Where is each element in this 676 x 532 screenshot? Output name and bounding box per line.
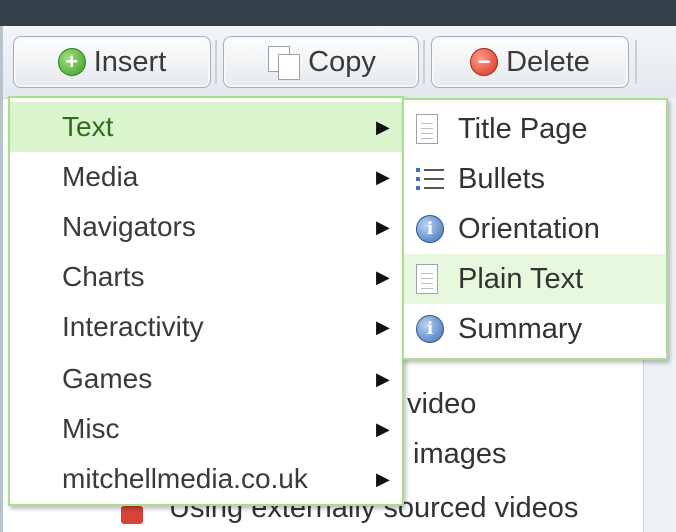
submenu-arrow-icon: ▶ [376,166,390,187]
menu-item-games[interactable]: Games ▶ [10,354,402,404]
insert-dropdown-menu: Text ▶ Media ▶ Navigators ▶ Charts ▶ Int… [8,96,404,506]
text-submenu: Title Page Bullets i Orientation Plain T… [402,98,668,360]
menu-item-mitchellmedia[interactable]: mitchellmedia.co.uk ▶ [10,454,402,504]
info-icon: i [416,315,444,343]
insert-button-label: Insert [93,45,167,78]
info-icon: i [416,215,444,243]
toolbar: + Insert Copy − Delete [3,26,676,99]
video-icon [121,506,143,524]
menu-item-navigators[interactable]: Navigators ▶ [10,202,402,252]
delete-button[interactable]: − Delete [431,36,629,88]
submenu-item-label: Orientation [458,212,600,245]
copy-button[interactable]: Copy [223,36,419,88]
copy-icon [266,46,301,80]
menu-item-misc[interactable]: Misc ▶ [10,404,402,454]
toolbar-separator [215,40,217,84]
submenu-item-orientation[interactable]: i Orientation [404,204,666,254]
menu-item-media[interactable]: Media ▶ [10,152,402,202]
menu-item-label: Misc [62,413,120,444]
submenu-item-bullets[interactable]: Bullets [404,154,666,204]
toolbar-separator [423,40,425,84]
submenu-item-plain-text[interactable]: Plain Text [404,254,666,304]
submenu-arrow-icon: ▶ [376,216,390,237]
menu-item-label: Charts [62,261,145,292]
toolbar-separator [635,40,637,84]
copy-button-label: Copy [308,45,376,78]
document-icon [416,114,438,144]
menu-item-label: Navigators [62,211,196,242]
submenu-arrow-icon: ▶ [376,368,390,389]
delete-button-label: Delete [506,45,590,78]
submenu-item-summary[interactable]: i Summary [404,304,666,354]
submenu-arrow-icon: ▶ [376,316,390,337]
submenu-arrow-icon: ▶ [376,418,390,439]
minus-icon: − [470,48,499,76]
menu-item-text[interactable]: Text ▶ [10,102,402,152]
submenu-arrow-icon: ▶ [376,266,390,287]
submenu-arrow-icon: ▶ [376,468,390,489]
menu-item-label: Interactivity [62,311,204,342]
menu-item-label: mitchellmedia.co.uk [62,463,308,494]
submenu-arrow-icon: ▶ [376,116,390,137]
menu-item-interactivity[interactable]: Interactivity ▶ [10,302,402,352]
plus-icon: + [57,48,86,76]
page-list-item[interactable]: video [407,388,476,421]
menu-item-label: Games [62,363,153,394]
menu-item-label: Text [62,111,114,142]
submenu-item-label: Plain Text [458,262,584,295]
document-icon [416,264,438,294]
submenu-item-title-page[interactable]: Title Page [404,104,666,154]
submenu-item-label: Title Page [458,112,588,145]
bullets-icon [416,165,444,193]
submenu-item-label: Summary [458,312,583,345]
submenu-item-label: Bullets [458,162,546,195]
insert-button[interactable]: + Insert [13,36,211,88]
page-list-item[interactable]: images [413,438,507,471]
menu-item-label: Media [62,161,139,192]
menu-item-charts[interactable]: Charts ▶ [10,252,402,302]
